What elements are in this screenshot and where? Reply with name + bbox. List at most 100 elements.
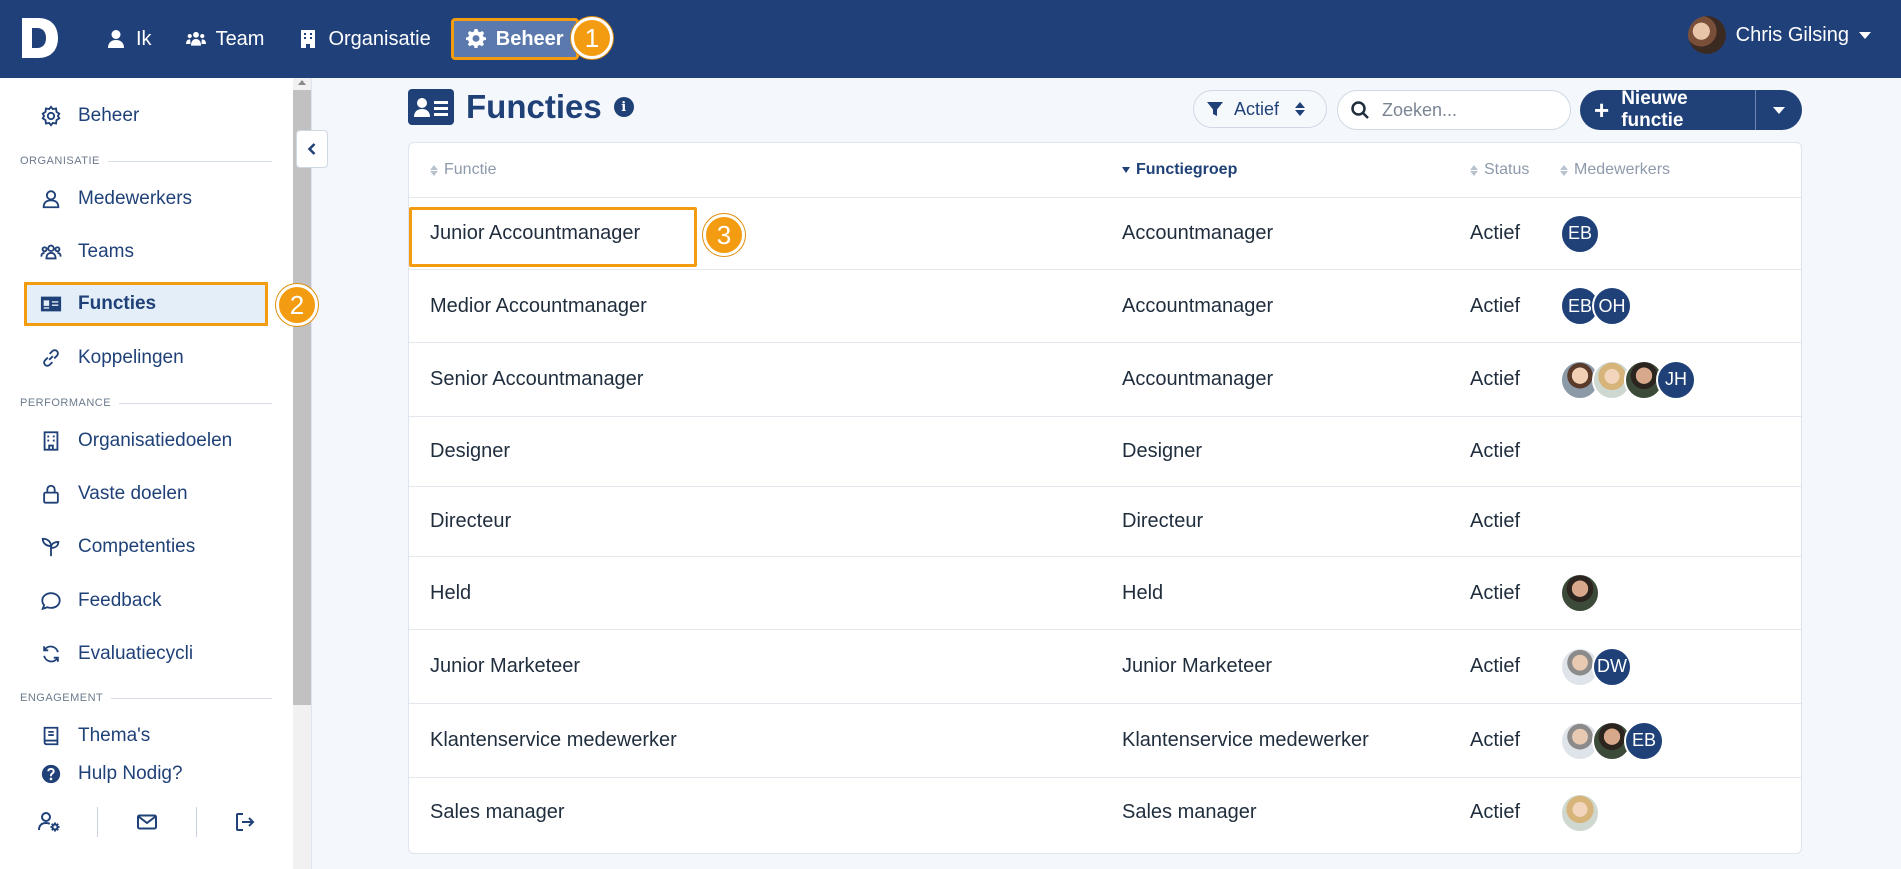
- column-label: Medewerkers: [1574, 161, 1671, 178]
- sidebar-item-label: Organisatiedoelen: [78, 430, 233, 451]
- table-row[interactable]: Directeur Directeur Actief: [409, 486, 1801, 556]
- column-header-functiegroep[interactable]: Functiegroep: [1122, 143, 1237, 197]
- profile-settings-button[interactable]: [0, 810, 97, 834]
- nav-item-label: Ik: [136, 27, 152, 50]
- sidebar-scrollbar[interactable]: [293, 78, 311, 869]
- scroll-up-arrow-icon[interactable]: [298, 80, 306, 85]
- user-menu[interactable]: Chris Gilsing: [1687, 16, 1871, 54]
- functiegroep-cell: Held: [1122, 581, 1164, 604]
- avatar-initials[interactable]: OH: [1592, 286, 1632, 326]
- main-nav: Ik Team Organisatie Beheer: [92, 0, 579, 78]
- status-cell: Actief: [1470, 801, 1521, 823]
- lock-icon: [43, 484, 59, 504]
- sort-icon: [1560, 164, 1568, 176]
- column-header-functie[interactable]: Functie: [430, 143, 496, 197]
- sidebar-item-label: Hulp Nodig?: [78, 763, 183, 784]
- sidebar-item-label: Evaluatiecycli: [78, 643, 194, 664]
- page-title: Functies: [466, 88, 602, 125]
- functiegroep-cell: Sales manager: [1122, 801, 1257, 823]
- user-icon: [108, 30, 124, 48]
- table-row[interactable]: Junior Marketeer Junior Marketeer Actief DW: [409, 629, 1801, 703]
- nav-item-label: Team: [215, 27, 265, 50]
- new-function-dropdown-toggle[interactable]: [1756, 90, 1802, 130]
- sidebar-item-koppelingen[interactable]: Koppelingen: [24, 336, 268, 380]
- table-row[interactable]: Designer Designer Actief: [409, 416, 1801, 486]
- section-label-organisatie: ORGANISATIE: [20, 155, 272, 167]
- sort-icon: [1295, 102, 1306, 116]
- id-card-icon: [40, 296, 62, 312]
- status-cell: Actief: [1470, 294, 1521, 317]
- functie-cell: Held: [430, 581, 472, 604]
- sidebar: Beheer ORGANISATIE Medewerkers Teams Fun…: [0, 78, 318, 869]
- avatar-initials[interactable]: DW: [1592, 646, 1632, 687]
- sidebar-item-functies[interactable]: Functies: [24, 282, 268, 326]
- avatar-initials[interactable]: JH: [1656, 359, 1696, 400]
- collapse-sidebar-button[interactable]: [296, 130, 328, 168]
- functie-cell: Medior Accountmanager: [430, 294, 647, 317]
- section-label-engagement: ENGAGEMENT: [20, 692, 272, 704]
- avatar-initials[interactable]: EB: [1624, 720, 1664, 761]
- avatar-photo[interactable]: [1560, 573, 1600, 613]
- users-icon: [185, 31, 206, 46]
- functiegroep-cell: Directeur: [1122, 510, 1204, 532]
- table-row[interactable]: Senior Accountmanager Accountmanager Actie…: [409, 342, 1801, 416]
- sprout-icon: [41, 537, 60, 557]
- column-header-status[interactable]: Status: [1470, 143, 1529, 197]
- sidebar-item-label: Koppelingen: [78, 347, 184, 368]
- search-input[interactable]: [1382, 99, 1552, 121]
- table-row[interactable]: Klantenservice medewerker Klantenservice …: [409, 703, 1801, 777]
- chat-icon: [41, 592, 61, 611]
- status-filter-dropdown[interactable]: Actief: [1193, 90, 1327, 128]
- avatar-photo[interactable]: [1560, 792, 1600, 833]
- user-avatar: [1687, 16, 1726, 54]
- functie-cell: Sales manager: [430, 801, 565, 823]
- info-icon[interactable]: i: [613, 97, 634, 117]
- building-icon: [43, 431, 59, 451]
- employee-avatars: EB: [1560, 198, 1600, 269]
- nav-item-beheer[interactable]: Beheer: [450, 18, 579, 60]
- filter-icon: [1207, 102, 1223, 116]
- avatar-initials[interactable]: EB: [1560, 213, 1600, 254]
- employee-avatars: EB OH: [1560, 270, 1632, 342]
- new-function-button[interactable]: + Nieuwe functie: [1580, 88, 1756, 131]
- sidebar-item-teams[interactable]: Teams: [24, 230, 268, 274]
- status-cell: Actief: [1470, 655, 1521, 677]
- sidebar-item-evaluatiecycli[interactable]: Evaluatiecycli: [24, 632, 268, 676]
- nav-item-ik[interactable]: Ik: [92, 18, 166, 60]
- sidebar-footer: [0, 800, 294, 844]
- sidebar-item-label: Beheer: [78, 105, 140, 126]
- sidebar-item-competenties[interactable]: Competenties: [24, 525, 268, 569]
- status-cell: Actief: [1470, 440, 1521, 462]
- functions-table: Functie Functiegroep Status Medewerkers …: [408, 142, 1802, 854]
- users-icon: [40, 244, 62, 260]
- chevron-down-icon: [1773, 106, 1785, 114]
- scrollbar-thumb[interactable]: [293, 90, 311, 705]
- question-icon: [41, 764, 61, 784]
- functie-cell: Klantenservice medewerker: [430, 729, 677, 751]
- sidebar-item-feedback[interactable]: Feedback: [24, 579, 268, 623]
- table-row[interactable]: Sales manager Sales manager Actief: [409, 777, 1801, 847]
- status-cell: Actief: [1470, 222, 1521, 244]
- nav-item-team[interactable]: Team: [172, 18, 279, 60]
- sidebar-item-vaste-doelen[interactable]: Vaste doelen: [24, 472, 268, 516]
- status-cell: Actief: [1470, 581, 1521, 604]
- sidebar-item-medewerkers[interactable]: Medewerkers: [24, 177, 268, 221]
- app-logo[interactable]: [18, 16, 60, 60]
- sidebar-item-label: Competenties: [78, 536, 196, 557]
- messages-button[interactable]: [98, 810, 195, 834]
- functie-cell: Junior Marketeer: [430, 655, 581, 677]
- logout-button[interactable]: [197, 810, 294, 834]
- nav-item-organisatie[interactable]: Organisatie: [284, 18, 444, 60]
- sidebar-item-label: Thema's: [78, 725, 151, 746]
- sidebar-item-hulp-nodig[interactable]: Hulp Nodig?: [24, 752, 268, 796]
- employee-avatars: [1560, 557, 1600, 629]
- table-row[interactable]: Held Held Actief: [409, 556, 1801, 629]
- sidebar-item-beheer[interactable]: Beheer: [24, 94, 268, 138]
- column-label: Functiegroep: [1136, 161, 1238, 178]
- sidebar-item-organisatiedoelen[interactable]: Organisatiedoelen: [24, 419, 268, 463]
- functiegroep-cell: Accountmanager: [1122, 294, 1274, 317]
- table-row[interactable]: Medior Accountmanager Accountmanager Actie…: [409, 269, 1801, 342]
- link-icon: [43, 349, 59, 367]
- column-header-medewerkers[interactable]: Medewerkers: [1560, 143, 1670, 197]
- search-box[interactable]: [1337, 90, 1571, 130]
